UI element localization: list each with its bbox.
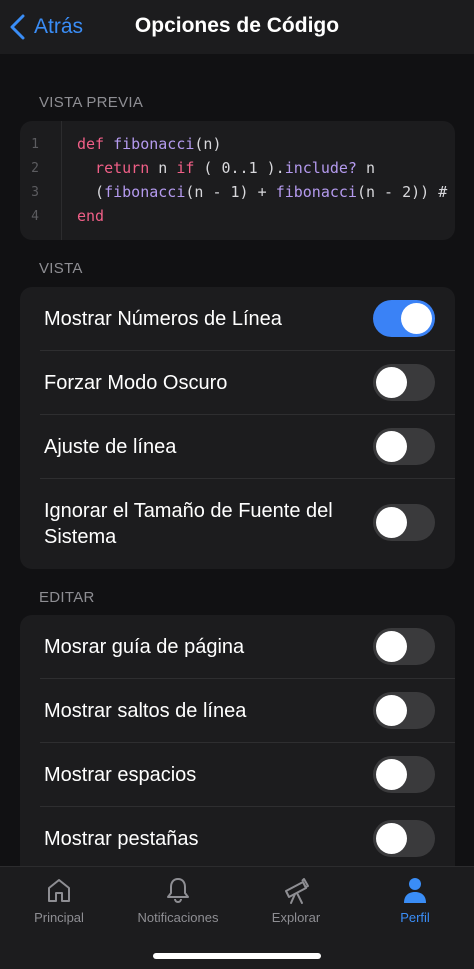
tab-label: Perfil <box>400 910 430 925</box>
code-token: n <box>149 159 177 177</box>
code-token: ( <box>77 183 105 201</box>
editar-settings-group: Mosrar guía de página Mostrar saltos de … <box>20 615 455 885</box>
setting-row-dark-mode: Forzar Modo Oscuro <box>20 351 455 415</box>
code-token: n <box>356 159 376 177</box>
page-title: Opciones de Código <box>134 14 340 37</box>
line-number: 2 <box>31 161 39 176</box>
tab-explorar[interactable]: Explorar <box>237 875 355 935</box>
setting-label: Ignorar el Tamaño de Fuente del Sistema <box>44 500 333 548</box>
toggle-knob <box>376 759 407 790</box>
line-number-gutter: 1 2 3 4 <box>20 121 62 240</box>
setting-row-tabs: Mostrar pestañas <box>20 807 455 871</box>
code-token: fibonacci <box>104 183 186 201</box>
section-header-vista: VISTA <box>39 260 83 277</box>
setting-row-system-font-size: Ignorar el Tamaño de Fuente del Sistema <box>20 479 455 569</box>
tab-label: Explorar <box>271 910 321 925</box>
bell-icon <box>167 878 189 904</box>
line-number: 1 <box>31 137 39 152</box>
dark-mode-toggle[interactable] <box>373 364 435 401</box>
code-token: ( 0..1 ). <box>194 159 285 177</box>
setting-label: Mostrar espacios <box>44 764 197 786</box>
line-number: 4 <box>31 209 39 224</box>
tab-notificaciones[interactable]: Notificaciones <box>119 875 237 935</box>
line-numbers-toggle[interactable] <box>373 300 435 337</box>
person-icon <box>404 878 426 903</box>
code-preview: 1 2 3 4 def fibonacci(n) return n if ( 0… <box>20 121 455 240</box>
page-guide-toggle[interactable] <box>373 628 435 665</box>
toggle-knob <box>376 631 407 662</box>
navigation-bar: Atrás Opciones de Código <box>0 0 474 54</box>
toggle-knob <box>376 507 407 538</box>
code-token: fibonacci <box>275 183 357 201</box>
toggle-knob <box>376 367 407 398</box>
code-token: def <box>77 135 114 153</box>
setting-label: Mosrar guía de página <box>44 636 245 658</box>
setting-row-page-guide: Mosrar guía de página <box>20 615 455 679</box>
setting-label: Mostrar saltos de línea <box>44 700 247 722</box>
tabs-toggle[interactable] <box>373 820 435 857</box>
setting-label: Mostrar Números de Línea <box>44 308 282 330</box>
toggle-knob <box>376 823 407 854</box>
home-icon <box>48 879 70 902</box>
code-token: (n - 2)) # <box>356 183 448 201</box>
code-token: fibonacci <box>113 135 195 153</box>
setting-row-line-breaks: Mostrar saltos de línea <box>20 679 455 743</box>
code-line: (fibonacci(n - 1) + fibonacci(n - 2)) # <box>77 183 447 201</box>
tab-principal[interactable]: Principal <box>0 875 118 935</box>
code-token: if <box>176 159 195 177</box>
telescope-icon <box>285 878 309 904</box>
line-breaks-toggle[interactable] <box>373 692 435 729</box>
section-header-preview: VISTA PREVIA <box>39 94 144 111</box>
code-token: include? <box>284 159 357 177</box>
line-wrap-toggle[interactable] <box>373 428 435 465</box>
code-token: (n - 1) + <box>185 183 276 201</box>
setting-label: Ajuste de línea <box>44 436 177 458</box>
section-header-editar: EDITAR <box>39 589 95 606</box>
tab-label: Notificaciones <box>137 910 219 925</box>
setting-row-spaces: Mostrar espacios <box>20 743 455 807</box>
toggle-knob <box>401 303 432 334</box>
code-token: end <box>77 207 105 225</box>
line-number: 3 <box>31 185 39 200</box>
home-indicator <box>153 953 321 959</box>
system-font-size-toggle[interactable] <box>373 504 435 541</box>
toggle-knob <box>376 695 407 726</box>
code-line: end <box>77 207 104 225</box>
spaces-toggle[interactable] <box>373 756 435 793</box>
code-line: return n if ( 0..1 ).include? n <box>77 159 375 177</box>
code-line: def fibonacci(n) <box>77 135 222 153</box>
setting-row-line-wrap: Ajuste de línea <box>20 415 455 479</box>
vista-settings-group: Mostrar Números de Línea Forzar Modo Osc… <box>20 287 455 569</box>
code-options-screen: Atrás Opciones de Código VISTA PREVIA 1 … <box>0 0 474 969</box>
tab-label: Principal <box>34 910 84 925</box>
setting-label: Forzar Modo Oscuro <box>44 372 228 394</box>
code-token: return <box>77 159 150 177</box>
code-token: (n) <box>194 135 222 153</box>
tab-perfil[interactable]: Perfil <box>356 875 474 935</box>
toggle-knob <box>376 431 407 462</box>
setting-row-line-numbers: Mostrar Números de Línea <box>20 287 455 351</box>
setting-label: Mostrar pestañas <box>44 828 199 850</box>
